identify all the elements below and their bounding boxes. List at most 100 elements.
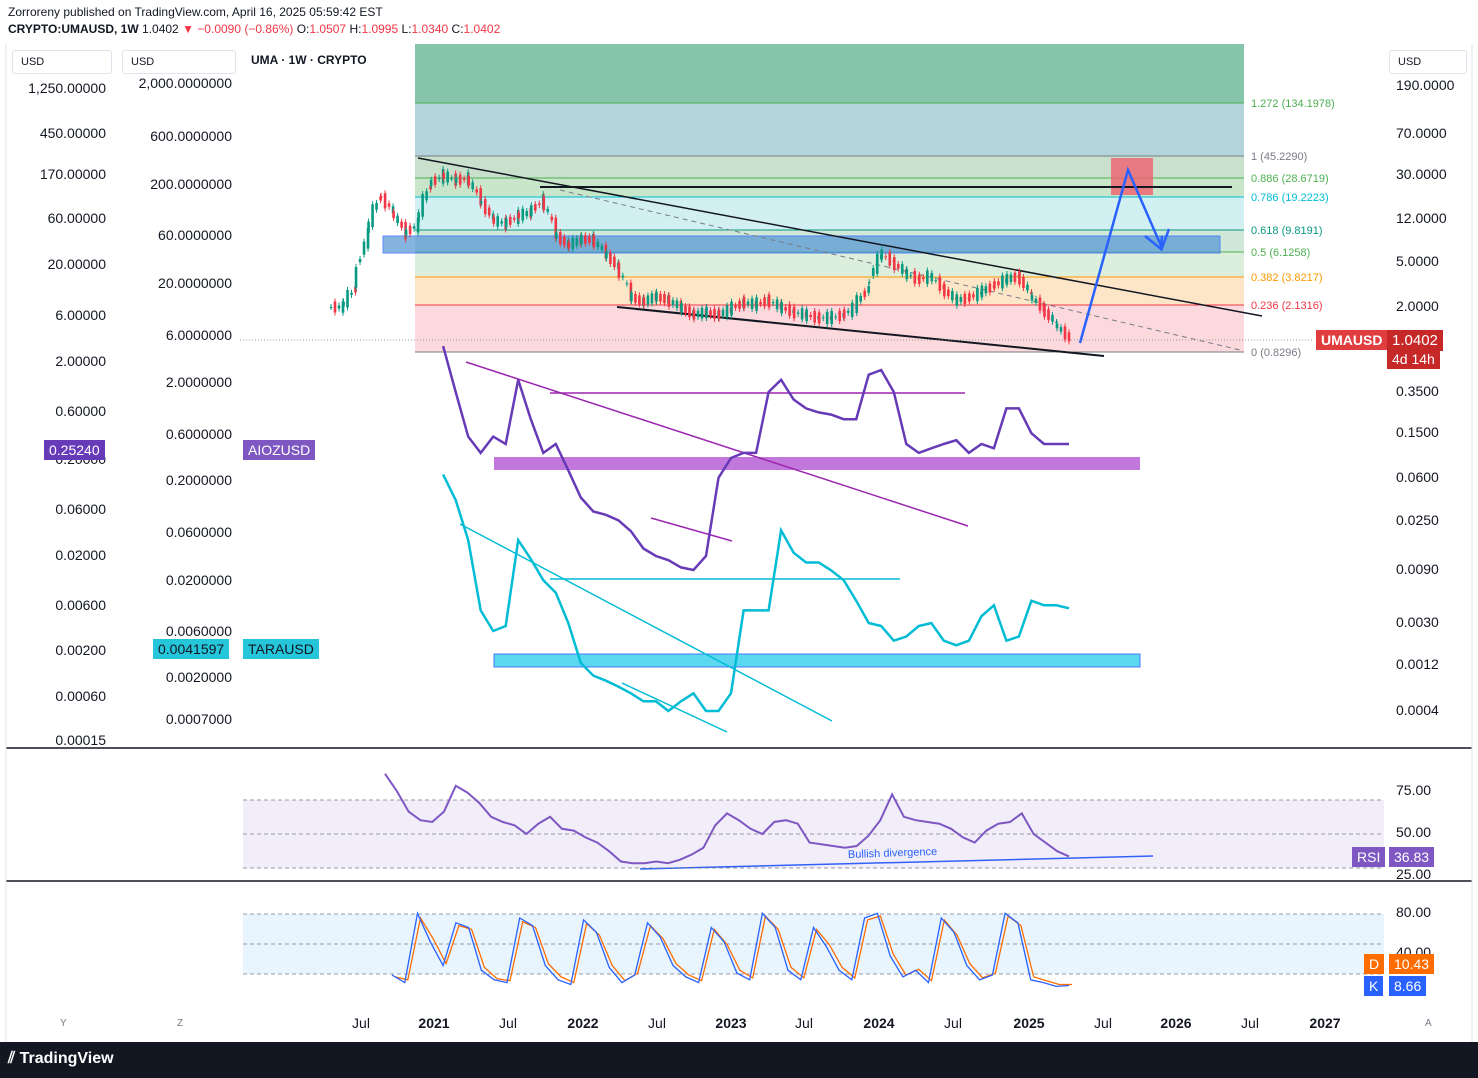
uma-candle-body [487, 207, 491, 216]
fib-labels: 1.272 (134.1978) 1 (45.2290) 0.886 (28.671… [1251, 98, 1335, 359]
uma-candle-body [542, 196, 546, 211]
log-scale-y-button[interactable]: Y [60, 1018, 67, 1029]
uma-candle-body [721, 309, 725, 316]
left-axis-2-tick: 6.0000000 [165, 327, 232, 343]
uma-candle-body [483, 199, 487, 215]
z-button[interactable]: Z [177, 1018, 183, 1029]
time-axis-label: Jul [795, 1015, 813, 1031]
left-axis-1-tick: 6.00000 [55, 307, 106, 323]
fib-level-label: 1.272 (134.1978) [1251, 98, 1335, 110]
right-axis-tick: 190.0000 [1396, 77, 1455, 93]
uma-candle-body [450, 178, 453, 180]
uma-candle-body [700, 307, 704, 319]
uma-candle-body [367, 221, 370, 234]
uma-candle-body [780, 302, 783, 314]
left-axis-1-tick: 0.00200 [55, 642, 106, 658]
uma-price-badge: 1.0402 [1387, 330, 1443, 351]
uma-candle-body [968, 293, 971, 302]
uma-candle-body [796, 312, 800, 314]
time-axis-label: 2023 [715, 1015, 747, 1031]
uma-candle-body [383, 193, 387, 209]
stoch-k-name-badge: K [1364, 976, 1384, 996]
uma-candle-body [767, 294, 771, 308]
uma-candle-body [938, 276, 942, 291]
tara-name-badge: TARAUSD [243, 639, 319, 659]
right-axis-tick: 0.1500 [1396, 424, 1439, 440]
stoch-k-value-badge: 8.66 [1389, 976, 1427, 996]
uma-candle-body [755, 297, 758, 311]
uma-candle-body [396, 215, 399, 224]
uma-candle-body [892, 257, 896, 271]
uma-candle-body [655, 291, 658, 302]
chart-canvas[interactable]: 1.272 (134.1978) 1 (45.2290) 0.886 (28.671… [0, 0, 1478, 1042]
uma-candle-body [805, 309, 808, 322]
brand-name: TradingView [19, 1050, 114, 1067]
uma-candle-body [763, 297, 766, 307]
uma-candle-body [817, 312, 821, 324]
uma-candle-body [955, 294, 959, 306]
uma-candle-body [926, 270, 929, 284]
uma-candle-body [867, 281, 871, 283]
uma-candle-body [437, 177, 441, 180]
right-axis-tick: 12.0000 [1396, 210, 1447, 226]
auto-scale-button[interactable]: A [1425, 1018, 1432, 1029]
tradingview-logo[interactable]: ⫽ TradingView [8, 1050, 114, 1068]
left-axis-2-unit[interactable]: USD [122, 50, 236, 74]
aioz-name-badge: AIOZUSD [243, 440, 316, 460]
uma-candle-body [759, 301, 762, 304]
uma-candle-body [875, 253, 879, 274]
uma-candle-body [567, 242, 571, 249]
uma-candle-body [379, 195, 383, 198]
uma-candle-body [555, 232, 558, 238]
stoch-pane [243, 913, 1384, 975]
uma-candle-body [500, 221, 504, 224]
uma-name-badge: UMAUSD [1316, 330, 1388, 350]
uma-candle-body [646, 295, 650, 305]
uma-candle-body [412, 226, 416, 229]
uma-candle-body [600, 246, 604, 250]
time-axis-label: 2025 [1013, 1015, 1045, 1031]
uma-candle-body [609, 252, 612, 265]
uma-candle-body [625, 283, 629, 285]
uma-candle-body [508, 216, 512, 225]
uma-candle-body [350, 292, 353, 295]
uma-candle-body [959, 296, 963, 302]
time-axis-label: Jul [944, 1015, 962, 1031]
uma-candle-body [1001, 275, 1004, 289]
uma-candle-body [1022, 276, 1025, 289]
uma-candle-body [696, 310, 700, 318]
uma-candle-body [392, 211, 395, 219]
uma-candle-body [462, 178, 466, 180]
uma-candle-body [863, 290, 867, 298]
fib-level-label: 1 (45.2290) [1251, 151, 1307, 163]
uma-candle-body [671, 300, 675, 306]
uma-candle-body [659, 293, 662, 302]
right-axis-tick: 0.0012 [1396, 656, 1439, 672]
uma-candle-body [630, 292, 633, 302]
uma-candle-body [834, 316, 837, 318]
uma-candle-body [400, 221, 403, 228]
tara-price-badge: 0.0041597 [153, 639, 230, 659]
time-axis-label: 2026 [1160, 1015, 1192, 1031]
uma-candle-body [446, 171, 449, 183]
uma-candle-body [580, 235, 583, 245]
uma-candle-body [943, 283, 946, 297]
uma-candle-body [859, 295, 863, 302]
uma-candle-body [467, 176, 470, 186]
time-axis-label: Jul [1094, 1015, 1112, 1031]
left-axis-1-unit[interactable]: USD [12, 50, 112, 74]
right-axis-unit[interactable]: USD [1389, 50, 1467, 74]
uma-candle-body [559, 232, 562, 245]
uma-candle-body [1009, 274, 1013, 282]
uma-candle-body [605, 251, 608, 259]
uma-candle-body [997, 281, 1000, 286]
left-axis-1-tick: 0.00060 [55, 688, 106, 704]
time-axis-label: 2022 [567, 1015, 599, 1031]
left-axis-2-tick: 200.0000000 [150, 176, 232, 192]
left-axis-1-tick: 1,250.00000 [28, 80, 106, 96]
tara-support-zone [493, 653, 1141, 668]
uma-candle-body [896, 263, 900, 269]
fib-level-label: 0.5 (6.1258) [1251, 247, 1310, 259]
uma-candle-body [454, 177, 458, 183]
uma-candle-body [1018, 271, 1021, 285]
